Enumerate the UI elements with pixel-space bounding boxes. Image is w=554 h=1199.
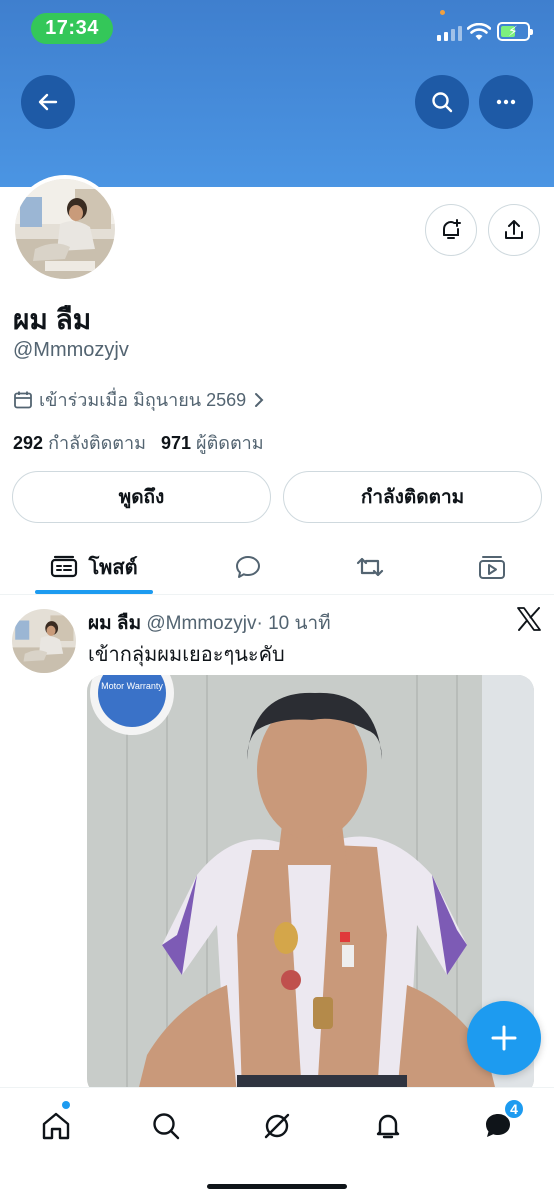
home-icon (42, 1112, 70, 1140)
home-unread-dot (62, 1101, 70, 1109)
post-header: ผม ลืม @Mmmozyjv· 10 นาที (88, 608, 331, 638)
followers-label: ผู้ติดตาม (196, 433, 264, 453)
more-dots-icon (496, 99, 516, 105)
profile-avatar[interactable] (11, 175, 119, 283)
nav-notifications[interactable] (368, 1106, 408, 1146)
joined-date-row[interactable]: เข้าร่วมเมื่อ มิถุนายน 2569 (13, 385, 266, 414)
bottom-navigation (0, 1087, 554, 1199)
compose-post-button[interactable] (467, 1001, 541, 1075)
messages-badge: 4 (503, 1098, 525, 1120)
plus-icon (491, 1025, 517, 1051)
calendar-icon (14, 391, 32, 408)
following-button[interactable]: กำลังติดตาม (283, 471, 542, 523)
nav-home[interactable] (36, 1106, 76, 1146)
following-stat[interactable]: 292 กำลังติดตาม (13, 433, 146, 453)
privacy-indicator-dot (440, 10, 445, 15)
nav-grok[interactable] (257, 1106, 297, 1146)
tab-reposts[interactable] (344, 542, 396, 592)
retweet-icon (356, 557, 384, 577)
post-avatar-photo (12, 609, 76, 673)
cellular-signal-icon (437, 26, 462, 41)
nav-search[interactable] (146, 1106, 186, 1146)
joined-date-text: เข้าร่วมเมื่อ มิถุนายน 2569 (39, 390, 247, 410)
followers-stat[interactable]: 971 ผู้ติดตาม (161, 433, 264, 453)
search-icon (432, 92, 453, 113)
tab-replies[interactable] (222, 542, 274, 592)
home-indicator-bar (207, 1184, 347, 1189)
posts-icon (51, 555, 78, 578)
tab-media[interactable] (466, 542, 518, 592)
post-text: เข้ากลุ่มผมเยอะๆนะคับ (88, 644, 285, 666)
post-separator: · (256, 613, 263, 634)
follow-stats: 292 กำลังติดตาม 971 ผู้ติดตาม (13, 428, 264, 457)
x-logo-icon[interactable] (516, 607, 542, 631)
profile-display-name: ผม ลืม (13, 304, 92, 335)
following-count: 292 (13, 433, 44, 453)
status-time: 17:34 (31, 13, 113, 44)
profile-handle: @Mmmozyjv (13, 339, 129, 361)
more-options-button[interactable] (479, 75, 533, 129)
bell-plus-icon (443, 219, 461, 239)
mention-button[interactable]: พูดถึง (12, 471, 271, 523)
arrow-left-icon (38, 93, 58, 111)
back-button[interactable] (21, 75, 75, 129)
media-video-icon (479, 556, 505, 579)
reply-bubble-icon (236, 556, 260, 578)
tab-posts-label: โพสต์ (88, 557, 138, 579)
post-time[interactable]: 10 นาที (268, 613, 331, 634)
tabs-divider (0, 594, 554, 595)
wifi-icon (467, 23, 491, 40)
post-author-handle[interactable]: @Mmmozyjv (146, 613, 256, 634)
tab-posts[interactable]: โพสต์ (35, 542, 153, 592)
sticker-text: Motor Warranty (101, 681, 163, 691)
share-button[interactable] (488, 204, 540, 256)
notifications-bell-icon (376, 1114, 400, 1139)
post-author-name[interactable]: ผม ลืม (88, 613, 141, 634)
notify-button[interactable] (425, 204, 477, 256)
chevron-right-icon (255, 392, 264, 407)
battery-icon: ⚡ (497, 22, 533, 41)
post-author-avatar[interactable] (12, 609, 76, 673)
share-upload-icon (505, 220, 523, 239)
grok-icon (264, 1113, 290, 1139)
avatar-photo (15, 179, 115, 279)
search-button[interactable] (415, 75, 469, 129)
search-icon (153, 1113, 180, 1140)
followers-count: 971 (160, 433, 191, 453)
following-label: กำลังติดตาม (48, 433, 146, 453)
